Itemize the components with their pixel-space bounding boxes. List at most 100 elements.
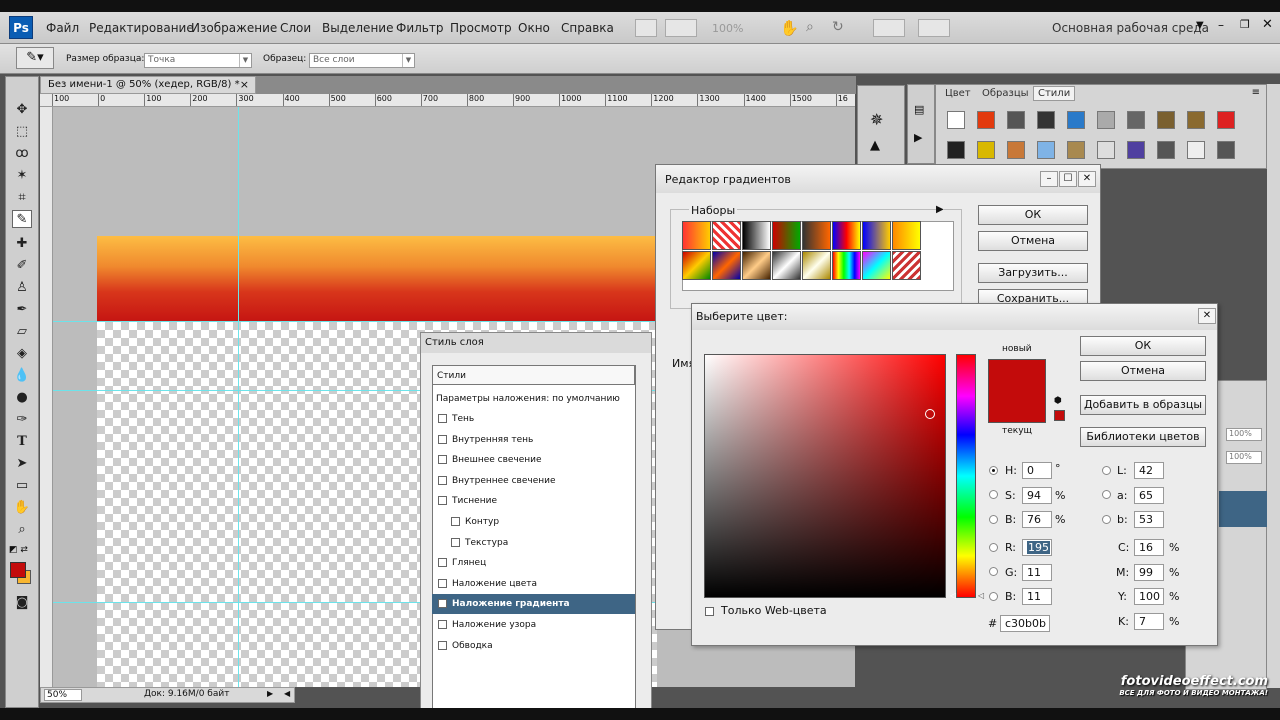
cancel-button[interactable]: Отмена — [978, 231, 1088, 251]
document-tab[interactable]: Без имени-1 @ 50% (хедер, RGB/8) * × — [40, 76, 256, 94]
path-selection-icon[interactable]: ➤ — [12, 455, 32, 473]
gradient-preset[interactable] — [802, 221, 831, 250]
header-gradient-layer[interactable] — [97, 236, 657, 322]
style-swatch[interactable] — [1007, 111, 1025, 129]
style-swatch[interactable] — [1187, 141, 1205, 159]
style-swatch[interactable] — [1127, 111, 1145, 129]
arrange-documents-button[interactable] — [873, 19, 905, 37]
l-field[interactable]: 42 — [1134, 462, 1164, 479]
history-brush-icon[interactable]: ✒ — [12, 301, 32, 319]
radio-a[interactable] — [1102, 490, 1111, 499]
color-libraries-button[interactable]: Библиотеки цветов — [1080, 427, 1206, 447]
s-field[interactable]: 94 — [1022, 487, 1052, 504]
shape-tool-icon[interactable]: ▭ — [12, 477, 32, 495]
style-swatch[interactable] — [1187, 111, 1205, 129]
panel-menu-icon[interactable]: ≡ — [1252, 87, 1260, 98]
blending-options[interactable]: Параметры наложения: по умолчанию — [432, 389, 635, 409]
presets-menu-icon[interactable]: ▶ — [936, 204, 944, 215]
menu-view[interactable]: Просмотр — [450, 21, 512, 35]
style-swatch[interactable] — [1037, 111, 1055, 129]
eyedropper-preset-icon[interactable]: ✎▾ — [16, 47, 54, 69]
healing-brush-icon[interactable]: ✚ — [12, 235, 32, 253]
actions-icon[interactable]: ▶ — [914, 131, 922, 144]
h-field[interactable]: 0 — [1022, 462, 1052, 479]
layer-style-checkbox[interactable] — [438, 640, 447, 650]
opacity-field[interactable]: 100% — [1226, 428, 1262, 441]
style-swatch[interactable] — [1217, 141, 1235, 159]
layer-style-checkbox[interactable] — [438, 475, 447, 485]
marquee-tool-icon[interactable]: ⬚ — [12, 123, 32, 141]
add-to-swatches-button[interactable]: Добавить в образцы — [1080, 395, 1206, 415]
close-icon[interactable]: ✕ — [1198, 308, 1216, 324]
style-swatch[interactable] — [1157, 111, 1175, 129]
layer-style-checkbox[interactable] — [438, 496, 447, 506]
hue-slider[interactable] — [956, 354, 976, 598]
minimize-icon[interactable]: – — [1218, 18, 1224, 32]
histogram-icon[interactable]: ▲ — [870, 138, 880, 153]
blue-field[interactable]: 11 — [1022, 588, 1052, 605]
radio-s[interactable] — [989, 490, 998, 499]
layer-style-checkbox[interactable]: ✓ — [438, 599, 447, 609]
close-icon[interactable]: ✕ — [1262, 17, 1273, 32]
b-field[interactable]: 76 — [1022, 511, 1052, 528]
menu-window[interactable]: Окно — [518, 21, 550, 35]
color-field-marker[interactable] — [925, 409, 935, 419]
view-extras-button[interactable] — [665, 19, 697, 37]
style-swatch[interactable] — [1067, 141, 1085, 159]
fill-field[interactable]: 100% — [1226, 451, 1262, 464]
layer-style-item[interactable]: Тиснение — [432, 491, 635, 511]
move-tool-icon[interactable]: ✥ — [12, 101, 32, 119]
gradient-preset[interactable] — [862, 221, 891, 250]
zoom-level[interactable]: 100% — [712, 22, 743, 35]
k-field[interactable]: 7 — [1134, 613, 1164, 630]
eyedropper-tool-icon[interactable]: ✎ — [12, 210, 32, 228]
gradient-preset[interactable] — [742, 221, 771, 250]
layer-style-checkbox[interactable] — [438, 414, 447, 423]
gradient-preset[interactable] — [802, 251, 831, 280]
gradient-preset[interactable] — [892, 221, 921, 250]
layer-style-item[interactable]: Внутреннее свечение — [432, 471, 635, 491]
magic-wand-icon[interactable]: ✶ — [12, 167, 32, 185]
radio-r[interactable] — [989, 543, 998, 552]
maximize-icon[interactable]: ☐ — [1059, 171, 1077, 187]
clone-stamp-icon[interactable]: ♙ — [12, 279, 32, 297]
lasso-tool-icon[interactable]: ꝏ — [12, 145, 32, 163]
hue-slider-left-handle[interactable]: ◁ — [950, 591, 956, 600]
menu-image[interactable]: Изображение — [191, 21, 277, 35]
photoshop-logo[interactable]: Ps — [9, 16, 33, 39]
radio-b[interactable] — [989, 515, 998, 524]
sample-select[interactable]: Все слои ▼ — [309, 53, 415, 68]
gradient-preset[interactable] — [742, 251, 771, 280]
ok-button[interactable]: ОК — [978, 205, 1088, 225]
hex-field[interactable]: c30b0b — [1000, 615, 1050, 632]
gradient-preset[interactable] — [682, 221, 711, 250]
load-button[interactable]: Загрузить... — [978, 263, 1088, 283]
cancel-button[interactable]: Отмена — [1080, 361, 1206, 381]
tab-color[interactable]: Цвет — [945, 88, 971, 99]
paint-bucket-icon[interactable]: ◈ — [12, 345, 32, 363]
lab-b-field[interactable]: 53 — [1134, 511, 1164, 528]
menu-select[interactable]: Выделение — [322, 21, 393, 35]
gradient-preset[interactable] — [832, 221, 861, 250]
tab-swatches[interactable]: Образцы — [982, 88, 1029, 99]
gamut-swatch[interactable] — [1054, 410, 1065, 421]
r-field[interactable]: 195 — [1022, 539, 1052, 556]
screen-mode-button[interactable] — [918, 19, 950, 37]
type-tool-icon[interactable]: T — [12, 433, 32, 451]
bridge-button[interactable] — [635, 19, 657, 37]
layer-style-checkbox[interactable] — [438, 434, 447, 444]
radio-g[interactable] — [989, 567, 998, 576]
zoom-tool-icon[interactable]: ⌕ — [806, 19, 814, 35]
quick-mask-icon[interactable]: ◙ — [12, 594, 32, 612]
radio-blue[interactable] — [989, 592, 998, 601]
color-field[interactable] — [704, 354, 946, 598]
style-swatch[interactable] — [1097, 141, 1115, 159]
restore-icon[interactable]: ❐ — [1240, 18, 1250, 31]
hue-slider-right-handle[interactable]: ◁ — [978, 591, 984, 600]
style-swatch[interactable] — [1007, 141, 1025, 159]
sample-size-select[interactable]: Точка ▼ — [144, 53, 252, 68]
gradient-preset[interactable] — [862, 251, 891, 280]
radio-h[interactable] — [989, 466, 998, 475]
layer-style-item[interactable]: Внутренняя тень — [432, 430, 635, 450]
layer-style-item[interactable]: Наложение цвета — [432, 574, 635, 594]
